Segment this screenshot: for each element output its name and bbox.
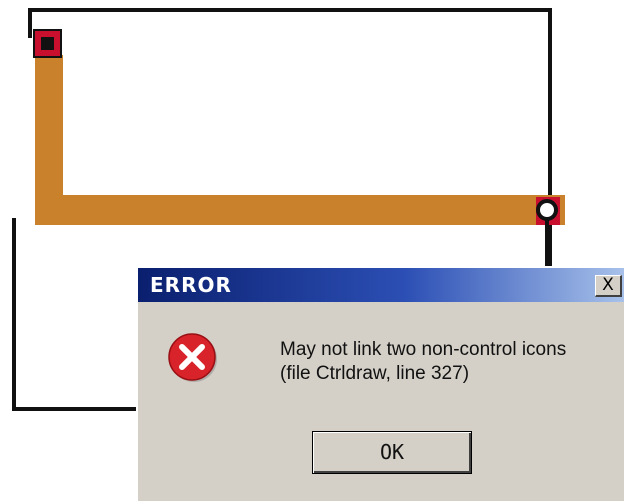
ok-button[interactable]: OK [312, 431, 472, 474]
link-node-icon[interactable] [530, 195, 564, 229]
diagram-canvas: ERROR X May not link two non-control ico… [0, 0, 624, 501]
error-icon [168, 333, 217, 382]
error-message-line1: May not link two non-control icons [280, 339, 567, 360]
error-message: May not link two non-control icons (file… [280, 338, 620, 386]
start-node-core [41, 37, 54, 50]
wire-left [12, 218, 16, 411]
close-button[interactable]: X [595, 275, 622, 297]
error-dialog: ERROR X May not link two non-control ico… [136, 266, 624, 501]
dialog-title: ERROR [150, 273, 232, 297]
error-message-line2: (file Ctrldraw, line 327) [280, 363, 470, 384]
wire-left-top [28, 8, 32, 38]
wire-bottom [12, 407, 136, 411]
pipe-horizontal [35, 195, 565, 225]
wire-link-down [545, 228, 549, 268]
start-node-icon[interactable] [33, 29, 62, 58]
wire-top [28, 8, 552, 12]
dialog-titlebar[interactable]: ERROR X [138, 268, 624, 302]
